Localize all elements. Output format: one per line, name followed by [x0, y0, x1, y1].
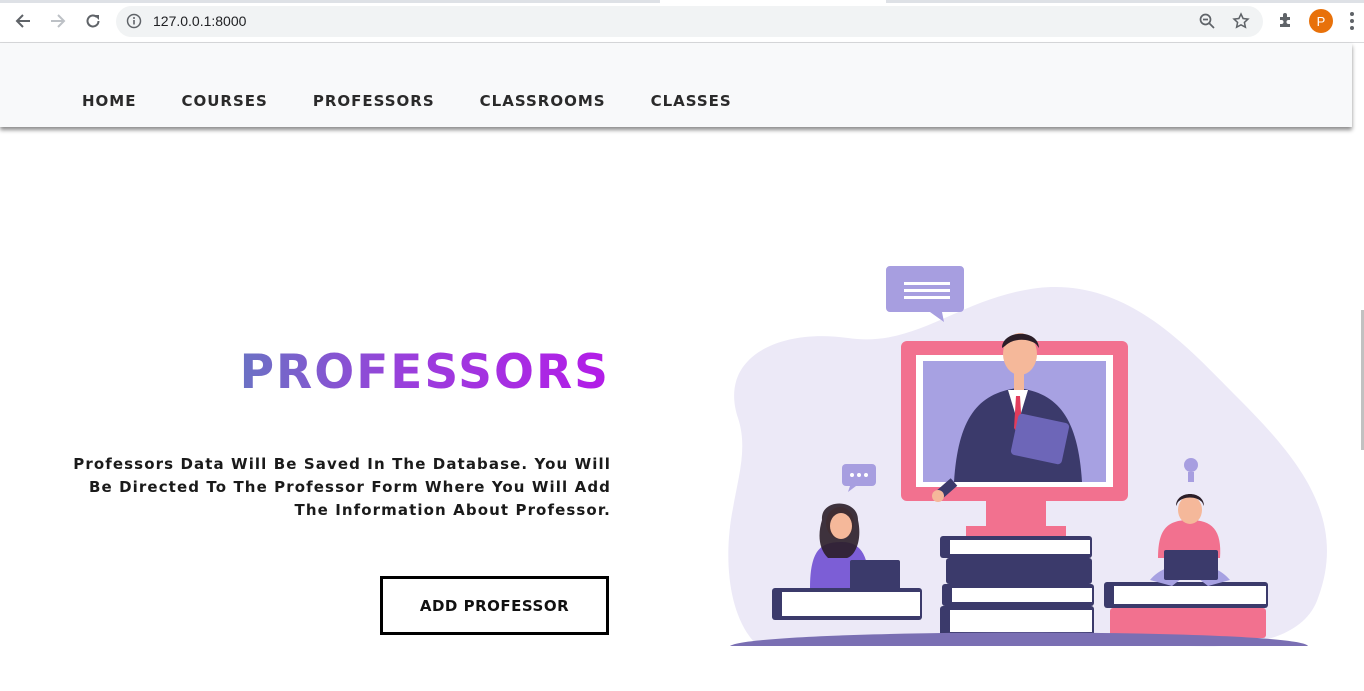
nav-classes[interactable]: CLASSES: [651, 92, 732, 110]
menu-icon[interactable]: [1349, 11, 1355, 36]
hero-description: Professors Data Will Be Saved In The Dat…: [73, 455, 611, 519]
nav-home[interactable]: HOME: [82, 92, 136, 110]
page-title: PROFESSORS: [239, 345, 610, 400]
avatar[interactable]: P: [1309, 9, 1333, 33]
site-header: HOME COURSES PROFESSORS CLASSROOMS CLASS…: [0, 43, 1352, 127]
address-bar[interactable]: 127.0.0.1:8000: [116, 6, 1263, 37]
nav-courses[interactable]: COURSES: [181, 92, 267, 110]
zoom-icon[interactable]: [1198, 12, 1216, 35]
back-icon[interactable]: [10, 8, 36, 34]
forward-icon[interactable]: [45, 8, 71, 34]
browser-toolbar: 127.0.0.1:8000 P: [0, 0, 1364, 43]
bookmark-star-icon[interactable]: [1232, 12, 1250, 35]
nav-professors[interactable]: PROFESSORS: [313, 92, 435, 110]
info-icon[interactable]: [126, 13, 142, 34]
url-text[interactable]: 127.0.0.1:8000: [153, 13, 246, 29]
extensions-icon[interactable]: [1276, 10, 1296, 35]
reload-icon[interactable]: [80, 8, 106, 34]
add-professor-button[interactable]: ADD PROFESSOR: [380, 576, 609, 635]
main-nav: HOME COURSES PROFESSORS CLASSROOMS CLASS…: [82, 92, 777, 110]
tab-strip: [0, 0, 1364, 3]
nav-classrooms[interactable]: CLASSROOMS: [480, 92, 606, 110]
professor-illustration: [718, 258, 1338, 658]
